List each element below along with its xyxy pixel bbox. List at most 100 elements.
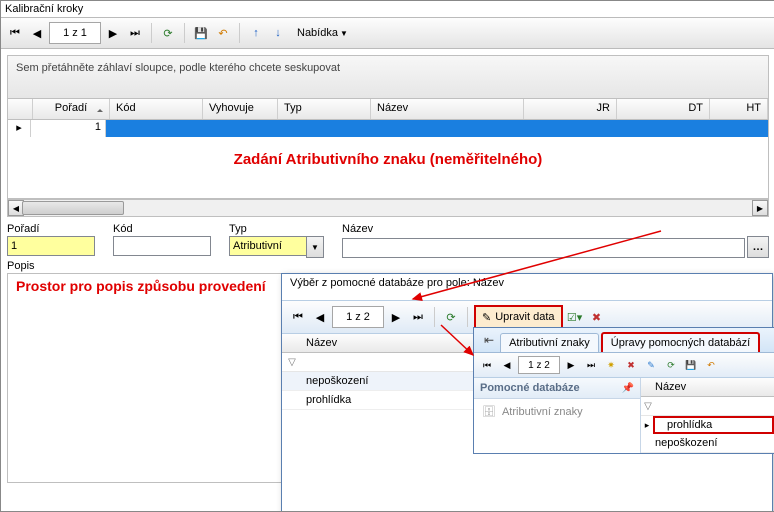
undo-icon[interactable]: ↶ [702,356,720,374]
scroll-right-icon[interactable]: ▶ [752,200,768,216]
up-icon[interactable]: ↑ [246,23,266,43]
edit-data-label: Upravit data [495,311,554,323]
prev-record-icon[interactable]: ◀ [310,307,330,327]
input-kod[interactable] [113,236,211,256]
save-icon[interactable]: 💾 [682,356,700,374]
col-dt[interactable]: DT [617,99,710,119]
last-record-icon[interactable]: ⏭ [408,307,428,327]
grid-row[interactable]: ▸ 1 [8,120,768,137]
filter-icon: ▽ [282,357,302,368]
chevron-down-icon: ▼ [340,29,348,38]
popup-page-indicator[interactable] [332,306,384,328]
edit-db-popup: ⇤ Atributivní znaky Úpravy pomocných dat… [473,327,774,454]
main-toolbar: ⏮ ◀ ▶ ⏭ ⟳ 💾 ↶ ↑ ↓ Nabídka ▼ [1,17,774,49]
delete-record-icon[interactable]: ✖ [622,356,640,374]
next-record-icon[interactable]: ▶ [562,356,580,374]
row-marker-icon: ▸ [641,420,653,431]
label-poradi: Pořadí [7,223,95,235]
db-item[interactable]: 🗄 Atributivní znaky [474,399,640,424]
db-panel: Pomocné databáze 📌 🗄 Atributivní znaky [474,378,641,453]
down-icon[interactable]: ↓ [268,23,288,43]
tab-edit-db[interactable]: Úpravy pomocných databází [601,332,760,352]
edit-icon: ✎ [482,311,491,324]
nazev-lookup-button[interactable]: … [747,236,769,258]
popup-title: Výběr z pomocné databáze pro pole: Název [282,274,772,300]
check-dropdown-icon[interactable]: ☑▾ [565,307,585,327]
last-record-icon[interactable]: ⏭ [125,23,145,43]
field-kod: Kód [113,223,211,258]
field-poradi: Pořadí [7,223,95,258]
first-record-icon[interactable]: ⏮ [5,23,25,43]
edit-record-icon[interactable]: ✎ [642,356,660,374]
data-grid[interactable]: Pořadí Kód Vyhovuje Typ Název JR DT HT ▸… [7,99,769,199]
separator [239,23,240,43]
form-row: Pořadí Kód Typ ▼ Název … [1,217,774,260]
prev-record-icon[interactable]: ◀ [27,23,47,43]
last-record-icon[interactable]: ⏭ [582,356,600,374]
db-col-nazev[interactable]: Název [641,378,774,397]
pin-icon[interactable]: 📌 [622,383,634,394]
edit-page-indicator[interactable] [518,356,560,374]
tab-attributes[interactable]: Atributivní znaky [500,333,599,352]
refresh-icon[interactable]: ⟳ [441,307,461,327]
database-icon: 🗄 [482,405,496,418]
separator [434,307,435,327]
close-icon[interactable]: ✖ [587,307,607,327]
separator [467,307,468,327]
input-poradi[interactable] [7,236,95,256]
db-item-label: Atributivní znaky [502,406,583,418]
back-icon[interactable]: ⇤ [480,333,498,347]
new-record-icon[interactable]: ✷ [602,356,620,374]
panel-title: Pomocné databáze [480,382,580,394]
col-ht[interactable]: HT [710,99,768,119]
label-nazev: Název [342,223,769,235]
tab-bar: ⇤ Atributivní znaky Úpravy pomocných dat… [474,328,774,353]
window-title: Kalibrační kroky [1,1,774,17]
input-typ[interactable] [229,236,306,256]
h-scrollbar[interactable]: ◀ ▶ [7,199,769,217]
next-record-icon[interactable]: ▶ [103,23,123,43]
field-typ: Typ ▼ [229,223,324,258]
label-popis: Popis [1,260,774,272]
typ-dropdown-button[interactable]: ▼ [306,236,324,258]
scroll-thumb[interactable] [22,201,124,215]
filter-icon: ▽ [641,401,655,412]
edit-data-button[interactable]: ✎ Upravit data [474,305,563,329]
db-filter-row[interactable]: ▽ [641,397,774,416]
label-kod: Kód [113,223,211,235]
row-selector-col [8,99,33,119]
row-marker-icon: ▸ [8,120,31,137]
col-typ[interactable]: Typ [278,99,371,119]
label-typ: Typ [229,223,324,235]
separator [151,23,152,43]
col-vyhovuje[interactable]: Vyhovuje [203,99,278,119]
popis-annotation: Prostor pro popis způsobu provedení [16,278,266,294]
col-kod[interactable]: Kód [110,99,203,119]
selected-row-area[interactable] [106,120,768,137]
input-nazev[interactable] [342,238,745,258]
edit-db-toolbar: ⏮ ◀ ▶ ⏭ ✷ ✖ ✎ ⟳ 💾 ↶ [474,353,774,378]
annotation-text: Zadání Atributivního znaku (neměřitelnéh… [8,137,768,198]
menu-label: Nabídka [297,27,338,39]
field-nazev: Název … [342,223,769,258]
col-nazev[interactable]: Název [371,99,524,119]
db-row-highlighted[interactable]: prohlídka [653,416,774,434]
page-indicator[interactable] [49,22,101,44]
first-record-icon[interactable]: ⏮ [288,307,308,327]
menu-dropdown[interactable]: Nabídka ▼ [290,22,355,44]
separator [184,23,185,43]
db-row[interactable]: nepoškození [641,434,774,453]
next-record-icon[interactable]: ▶ [386,307,406,327]
db-records: Název ▽ ▸ prohlídka nepoškození [641,378,774,453]
refresh-icon[interactable]: ⟳ [158,23,178,43]
col-poradi[interactable]: Pořadí [33,99,110,119]
prev-record-icon[interactable]: ◀ [498,356,516,374]
col-jr[interactable]: JR [524,99,617,119]
grid-header: Pořadí Kód Vyhovuje Typ Název JR DT HT [8,99,768,120]
refresh-icon[interactable]: ⟳ [662,356,680,374]
cell-poradi[interactable]: 1 [31,120,106,137]
group-by-bar[interactable]: Sem přetáhněte záhlaví sloupce, podle kt… [7,55,769,99]
save-icon[interactable]: 💾 [191,23,211,43]
first-record-icon[interactable]: ⏮ [478,356,496,374]
undo-icon[interactable]: ↶ [213,23,233,43]
